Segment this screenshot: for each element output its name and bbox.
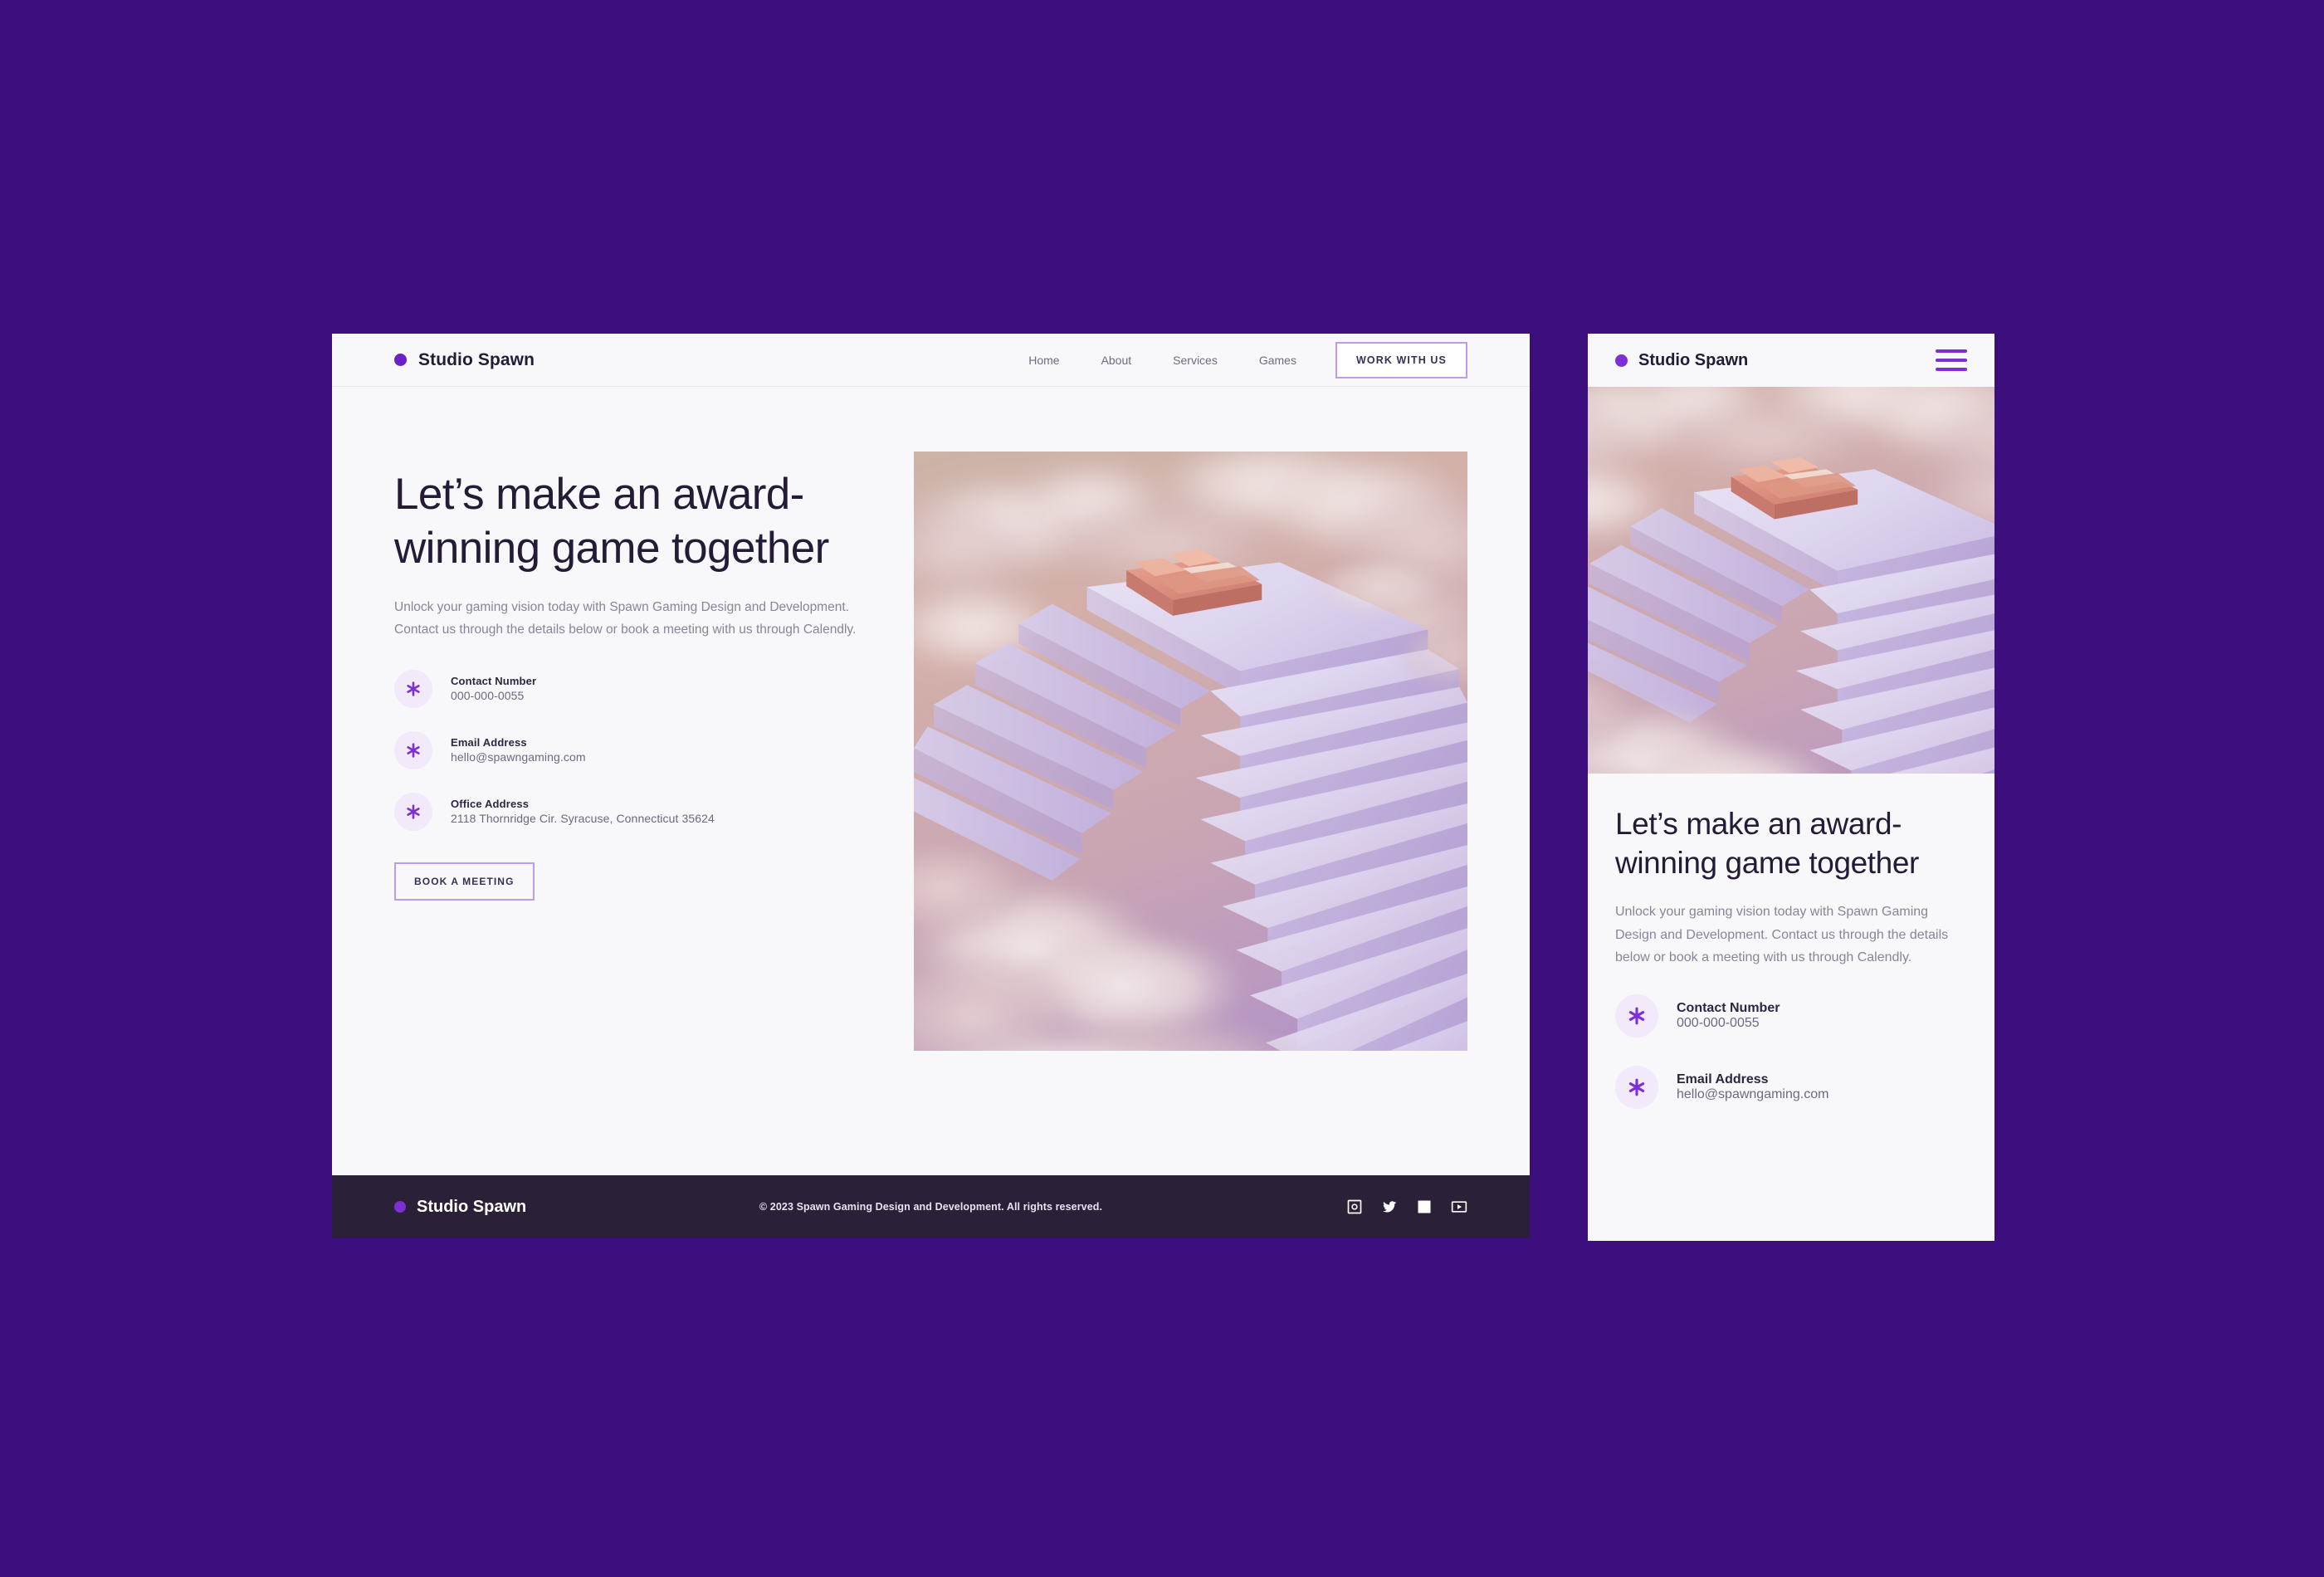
hero-image xyxy=(914,452,1467,1051)
instagram-icon[interactable] xyxy=(1346,1199,1363,1215)
nav-item-services[interactable]: Services xyxy=(1152,354,1238,367)
dot-icon xyxy=(1615,354,1628,367)
contact-item-email[interactable]: Email Address hello@spawngaming.com xyxy=(394,731,859,769)
hero-section: Let’s make an award-winning game togethe… xyxy=(332,387,1530,1175)
book-a-meeting-button[interactable]: BOOK A MEETING xyxy=(394,862,535,901)
desktop-header: Studio Spawn Home About Services Games W… xyxy=(332,334,1530,387)
brand-name: Studio Spawn xyxy=(418,350,535,370)
twitter-icon[interactable] xyxy=(1381,1199,1398,1215)
hamburger-bar xyxy=(1936,349,1967,353)
contact-value: hello@spawngaming.com xyxy=(451,750,586,764)
footer-brand-name: Studio Spawn xyxy=(417,1198,526,1217)
asterisk-icon xyxy=(394,670,432,708)
mobile-hero-content: Let’s make an award-winning game togethe… xyxy=(1588,774,1994,1109)
asterisk-icon xyxy=(394,793,432,831)
hamburger-bar xyxy=(1936,368,1967,371)
mobile-contact-item-phone[interactable]: Contact Number 000-000-0055 xyxy=(1615,994,1967,1038)
nav-item-games[interactable]: Games xyxy=(1238,354,1317,367)
contact-item-address[interactable]: Office Address 2118 Thornridge Cir. Syra… xyxy=(394,793,859,831)
asterisk-icon xyxy=(1615,1066,1658,1109)
mobile-brand-name: Studio Spawn xyxy=(1638,351,1748,370)
mobile-page-title: Let’s make an award-winning game togethe… xyxy=(1615,805,1967,882)
mobile-contact-value: hello@spawngaming.com xyxy=(1677,1087,1828,1101)
mobile-hero-image xyxy=(1588,387,1994,774)
contact-label: Office Address xyxy=(451,798,529,810)
mobile-contact-label: Email Address xyxy=(1677,1072,1769,1086)
hero-content-column: Let’s make an award-winning game togethe… xyxy=(394,452,859,1175)
hero-image-column xyxy=(914,452,1467,1175)
dot-icon xyxy=(394,1201,406,1213)
mobile-contact-details-list: Contact Number 000-000-0055 Email Ad xyxy=(1615,994,1967,1109)
contact-value: 2118 Thornridge Cir. Syracuse, Connectic… xyxy=(451,812,715,825)
mobile-brand-logo[interactable]: Studio Spawn xyxy=(1615,351,1748,370)
youtube-icon[interactable] xyxy=(1451,1199,1467,1215)
footer-brand[interactable]: Studio Spawn xyxy=(394,1198,526,1217)
linkedin-icon[interactable] xyxy=(1416,1199,1433,1215)
nav-item-home[interactable]: Home xyxy=(1008,354,1080,367)
mobile-hero-subtitle: Unlock your gaming vision today with Spa… xyxy=(1615,901,1967,969)
contact-details-list: Contact Number 000-000-0055 xyxy=(394,670,859,831)
mobile-header: Studio Spawn xyxy=(1588,334,1994,387)
mobile-contact-value: 000-000-0055 xyxy=(1677,1016,1760,1030)
hamburger-menu-icon[interactable] xyxy=(1936,348,1967,373)
dot-icon xyxy=(394,354,407,366)
contact-item-phone[interactable]: Contact Number 000-000-0055 xyxy=(394,670,859,708)
nav-item-about[interactable]: About xyxy=(1081,354,1153,367)
page-title: Let’s make an award-winning game togethe… xyxy=(394,468,859,575)
social-links xyxy=(1346,1199,1467,1215)
footer: Studio Spawn © 2023 Spawn Gaming Design … xyxy=(332,1175,1530,1238)
work-with-us-button[interactable]: WORK WITH US xyxy=(1335,342,1467,378)
primary-navigation: Home About Services Games WORK WITH US xyxy=(1008,342,1467,378)
contact-label: Contact Number xyxy=(451,675,536,687)
hamburger-bar xyxy=(1936,359,1967,362)
hero-subtitle: Unlock your gaming vision today with Spa… xyxy=(394,597,859,641)
asterisk-icon xyxy=(1615,994,1658,1038)
contact-value: 000-000-0055 xyxy=(451,689,524,702)
mobile-contact-label: Contact Number xyxy=(1677,1001,1780,1015)
contact-label: Email Address xyxy=(451,736,527,749)
stairway-clouds-artwork xyxy=(914,452,1467,1051)
mobile-mockup-panel: Studio Spawn xyxy=(1588,334,1994,1241)
mobile-contact-item-email[interactable]: Email Address hello@spawngaming.com xyxy=(1615,1066,1967,1109)
asterisk-icon xyxy=(394,731,432,769)
stairway-clouds-artwork xyxy=(1588,387,1994,774)
brand-logo[interactable]: Studio Spawn xyxy=(394,350,535,370)
desktop-mockup-panel: Studio Spawn Home About Services Games W… xyxy=(332,334,1530,1238)
